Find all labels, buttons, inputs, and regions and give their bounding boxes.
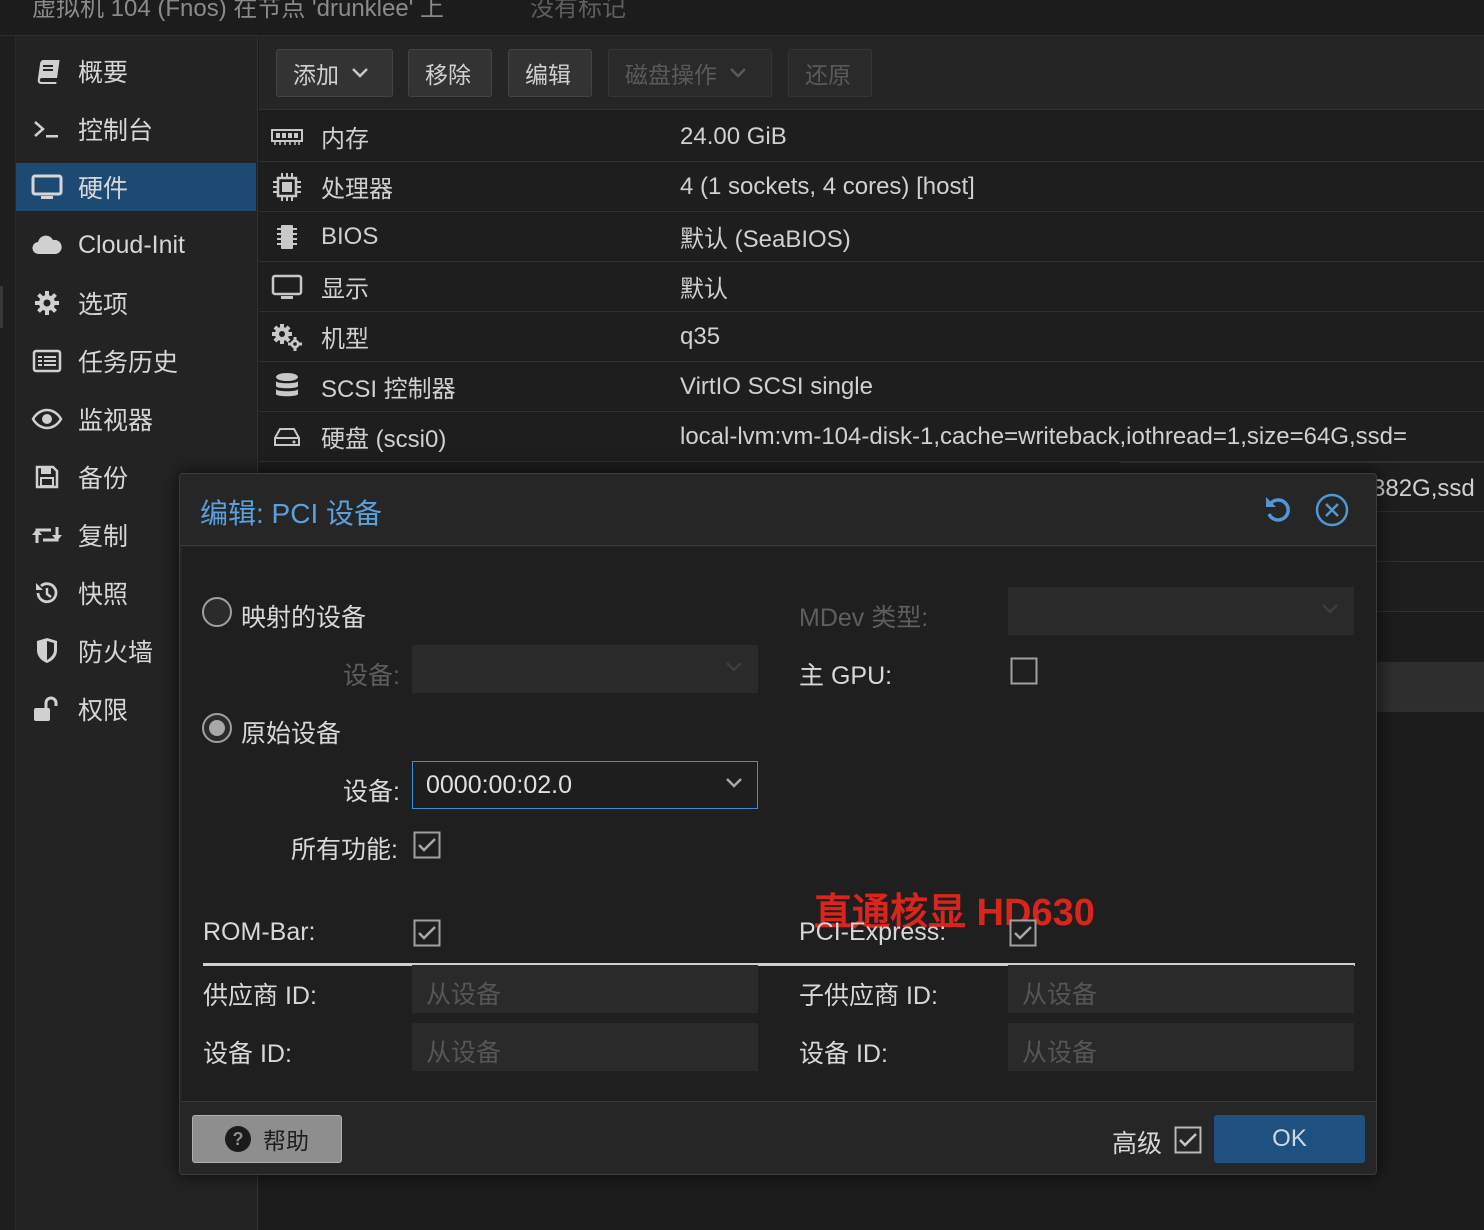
sub-vendor-id-field[interactable]: 从设备 [1008, 965, 1354, 1013]
sidebar-item-label: 权限 [78, 697, 129, 725]
chevron-down-icon [729, 67, 747, 79]
chevron-down-icon [725, 660, 743, 678]
dialog-footer: ? 帮助 高级 OK [180, 1104, 1376, 1174]
chevron-down-icon [351, 67, 369, 79]
hardware-row-hard-disk[interactable]: 硬盘 (scsi0) local-lvm:vm-104-disk-1,cache… [259, 412, 1484, 462]
resource-tree-edge [0, 36, 16, 1230]
hardware-row-memory[interactable]: 内存 24.00 GiB [259, 112, 1484, 162]
sidebar-item-label: Cloud-Init [78, 230, 185, 259]
raw-device-radio[interactable] [202, 713, 232, 743]
mdev-type-select[interactable] [1008, 587, 1354, 635]
database-icon [263, 372, 311, 402]
cpu-icon [263, 171, 311, 203]
dialog-header: 编辑: PCI 设备 [180, 474, 1376, 546]
sidebar-item-label: 备份 [78, 465, 129, 493]
floppy-icon [16, 464, 78, 490]
hdd-icon [263, 426, 311, 448]
all-functions-label: 所有功能: [291, 836, 398, 864]
cogs-icon [263, 322, 311, 352]
pci-express-checkbox[interactable] [1009, 919, 1037, 947]
device-select-value: 0000:00:02.0 [426, 771, 572, 799]
gear-icon [16, 289, 78, 317]
sidebar-item-label: 快照 [78, 581, 129, 609]
eye-icon [16, 408, 78, 430]
retweet-icon [16, 523, 78, 547]
sidebar-item-summary[interactable]: 概要 [16, 47, 256, 95]
device-id-field[interactable]: 从设备 [412, 1023, 758, 1071]
device-id-label: 设备 ID: [203, 1040, 292, 1068]
vendor-id-field[interactable]: 从设备 [412, 965, 758, 1013]
vm-title: 虚拟机 104 (Fnos) 在节点 'drunklee' 上 [32, 0, 444, 22]
hardware-row-bios[interactable]: BIOS 默认 (SeaBIOS) [259, 212, 1484, 262]
sidebar-item-monitor[interactable]: 监视器 [16, 395, 256, 443]
book-icon [16, 57, 78, 85]
add-button[interactable]: 添加 [276, 49, 393, 97]
pci-express-label: PCI-Express: [799, 918, 947, 946]
sidebar-item-label: 选项 [78, 291, 129, 319]
sidebar-item-label: 复制 [78, 523, 129, 551]
help-button[interactable]: ? 帮助 [192, 1115, 342, 1163]
sub-device-id-field[interactable]: 从设备 [1008, 1023, 1354, 1071]
vendor-id-label: 供应商 ID: [203, 982, 317, 1010]
mapped-device-select[interactable] [412, 645, 758, 693]
vm-title-bar: 虚拟机 104 (Fnos) 在节点 'drunklee' 上 没有标记 [0, 0, 1484, 36]
sidebar-item-label: 任务历史 [78, 349, 179, 377]
dialog-title: 编辑: PCI 设备 [200, 498, 383, 529]
chevron-down-icon [725, 776, 743, 794]
mapped-device-field-label: 设备: [343, 662, 400, 690]
sidebar-item-task-history[interactable]: 任务历史 [16, 337, 256, 385]
memory-icon [263, 128, 311, 146]
unlock-icon [16, 695, 78, 723]
tags-label[interactable]: 没有标记 [530, 0, 626, 23]
advanced-label: 高级 [1112, 1130, 1163, 1158]
raw-device-label: 原始设备 [241, 720, 342, 748]
sidebar-item-console[interactable]: 控制台 [16, 105, 256, 153]
sub-vendor-id-label: 子供应商 ID: [799, 982, 938, 1010]
sidebar-item-label: 硬件 [78, 175, 129, 203]
sidebar-item-label: 监视器 [78, 407, 154, 435]
hardware-row-cpu[interactable]: 处理器 4 (1 sockets, 4 cores) [host] [259, 162, 1484, 212]
sidebar-item-options[interactable]: 选项 [16, 279, 256, 327]
all-functions-checkbox[interactable] [413, 831, 441, 859]
cloud-icon [16, 233, 78, 257]
shield-icon [16, 637, 78, 665]
mapped-device-radio[interactable] [202, 597, 232, 627]
disk-action-button[interactable]: 磁盘操作 [608, 49, 772, 97]
advanced-checkbox[interactable] [1174, 1126, 1202, 1154]
terminal-icon [16, 117, 78, 141]
hardware-toolbar: 添加 移除 编辑 磁盘操作 还原 [259, 36, 1484, 110]
sidebar-item-cloud-init[interactable]: Cloud-Init [16, 221, 256, 269]
sub-device-id-label: 设备 ID: [799, 1040, 888, 1068]
ok-button[interactable]: OK [1214, 1115, 1365, 1163]
display-icon [263, 273, 311, 301]
monitor-icon [16, 173, 78, 201]
edit-pci-device-dialog: 编辑: PCI 设备 映射的设备 设备: MDev 类型: 主 GPU: 原始设… [179, 473, 1377, 1175]
reset-icon[interactable] [1262, 494, 1294, 526]
chevron-down-icon [1321, 602, 1339, 620]
primary-gpu-checkbox[interactable] [1010, 657, 1038, 685]
mdev-type-label: MDev 类型: [799, 604, 929, 632]
sidebar-item-hardware[interactable]: 硬件 [16, 163, 256, 211]
history-icon [16, 579, 78, 607]
close-icon[interactable] [1315, 493, 1349, 527]
dialog-body: 映射的设备 设备: MDev 类型: 主 GPU: 原始设备 设备: 0000:… [182, 547, 1376, 1102]
device-field-label: 设备: [343, 778, 400, 806]
edit-button[interactable]: 编辑 [508, 49, 592, 97]
sidebar-item-label: 防火墙 [78, 639, 154, 667]
hardware-row-scsi-controller[interactable]: SCSI 控制器 VirtIO SCSI single [259, 362, 1484, 412]
sidebar-item-label: 控制台 [78, 117, 154, 145]
question-circle-icon: ? [225, 1126, 251, 1152]
sidebar-item-label: 概要 [78, 59, 129, 87]
bios-chip-icon [263, 222, 311, 252]
mapped-device-label: 映射的设备 [241, 604, 367, 632]
primary-gpu-label: 主 GPU: [799, 662, 893, 690]
remove-button[interactable]: 移除 [408, 49, 492, 97]
device-select[interactable]: 0000:00:02.0 [412, 761, 758, 809]
hardware-row-display[interactable]: 显示 默认 [259, 262, 1484, 312]
revert-button[interactable]: 还原 [788, 49, 872, 97]
list-icon [16, 349, 78, 373]
rom-bar-label: ROM-Bar: [203, 918, 316, 946]
rom-bar-checkbox[interactable] [413, 919, 441, 947]
hardware-row-machine[interactable]: 机型 q35 [259, 312, 1484, 362]
